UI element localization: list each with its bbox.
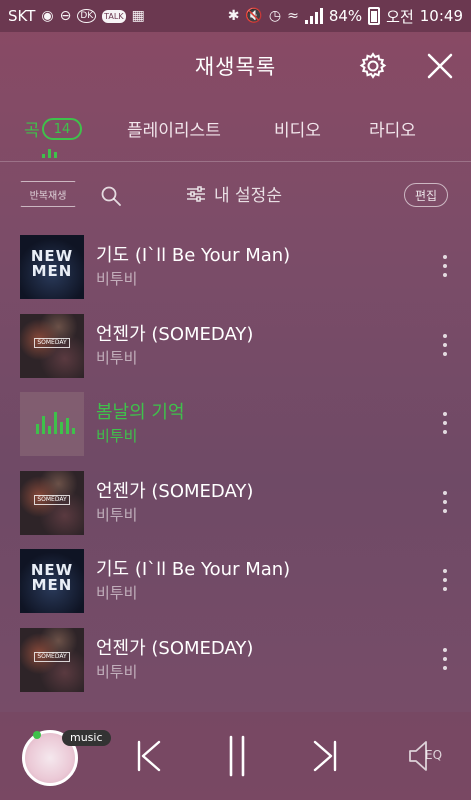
song-artist: 비투비 <box>96 505 138 524</box>
song-row[interactable]: SOMEDAY 언젠가 (SOMEDAY) 비투비 <box>0 618 471 697</box>
album-art-text: NEW MEN <box>30 561 74 594</box>
status-dot-icon <box>33 731 41 739</box>
eq-label[interactable]: EQ <box>425 748 442 762</box>
song-title: 봄날의 기억 <box>96 402 185 423</box>
song-row[interactable]: NEW MEN 기도 (I`ll Be Your Man) 비투비 <box>0 225 471 304</box>
time-prefix: 오전 <box>386 7 414 26</box>
song-row[interactable]: SOMEDAY 언젠가 (SOMEDAY) 비투비 <box>0 304 471 383</box>
dk-badge-icon: DK <box>77 9 97 23</box>
tab-videos[interactable]: 비디오 <box>274 116 321 141</box>
search-icon[interactable] <box>100 185 122 207</box>
album-art-text: SOMEDAY <box>34 494 70 505</box>
edit-button[interactable]: 편집 <box>404 183 448 207</box>
music-notification-icon: ◉ <box>41 8 54 24</box>
pause-icon[interactable] <box>222 734 252 778</box>
previous-icon[interactable] <box>134 738 164 774</box>
battery-icon <box>368 7 381 25</box>
settings-gear-icon[interactable] <box>358 51 388 81</box>
bluetooth-icon: ✱ <box>227 8 240 24</box>
album-art-text: SOMEDAY <box>34 337 70 348</box>
tab-radio[interactable]: 라디오 <box>369 116 416 141</box>
album-art: SOMEDAY <box>20 627 84 692</box>
song-title: 언젠가 (SOMEDAY) <box>96 480 254 502</box>
album-art <box>20 392 84 456</box>
album-art-text: NEW MEN <box>30 247 74 280</box>
album-art: SOMEDAY <box>20 470 84 535</box>
mini-player: music EQ <box>0 712 471 800</box>
wifi-icon: ≈ <box>287 8 299 24</box>
mute-icon: 🔇 <box>245 8 263 24</box>
carrier-label: SKT <box>8 7 36 25</box>
sort-label: 내 설정순 <box>214 186 282 206</box>
more-vert-icon[interactable] <box>441 490 449 513</box>
more-vert-icon[interactable] <box>441 412 449 434</box>
next-icon[interactable] <box>310 738 340 774</box>
playlist-toolbar: 반복재생 내 설정순 편집 <box>0 163 471 225</box>
song-artist: 비투비 <box>96 348 138 367</box>
status-bar: SKT ◉ ⊖ DK TALK ▦ ✱ 🔇 ◷ ≈ 84% 오전 10:49 <box>0 0 471 32</box>
active-tab-indicator-icon <box>42 149 57 158</box>
song-row[interactable]: NEW MEN 기도 (I`ll Be Your Man) 비투비 <box>0 539 471 618</box>
minus-circle-icon: ⊖ <box>59 8 72 24</box>
song-row[interactable]: SOMEDAY 언젠가 (SOMEDAY) 비투비 <box>0 461 471 540</box>
song-count-badge: 14 <box>42 118 82 140</box>
signal-icon <box>304 8 323 24</box>
app-notification-icon: ▦ <box>131 8 145 24</box>
music-badge: music <box>62 730 111 746</box>
more-vert-icon[interactable] <box>441 569 449 591</box>
alarm-icon: ◷ <box>268 8 282 24</box>
song-artist: 비투비 <box>96 270 138 288</box>
sort-button[interactable]: 내 설정순 <box>186 181 282 206</box>
clock: 10:49 <box>419 7 463 25</box>
song-title: 언젠가 (SOMEDAY) <box>96 323 254 345</box>
song-title: 기도 (I`ll Be Your Man) <box>96 559 291 580</box>
song-artist: 비투비 <box>96 662 138 681</box>
album-art: SOMEDAY <box>20 313 84 378</box>
song-title: 기도 (I`ll Be Your Man) <box>96 245 291 266</box>
header: 재생목록 <box>0 32 471 100</box>
kakaotalk-icon: TALK <box>102 9 126 23</box>
page-title: 재생목록 <box>194 55 277 79</box>
equalizer-bars-icon <box>36 412 75 434</box>
close-icon[interactable] <box>424 50 456 82</box>
album-art-text: SOMEDAY <box>34 651 70 662</box>
more-vert-icon[interactable] <box>441 333 449 356</box>
song-artist: 비투비 <box>96 427 138 445</box>
album-art: NEW MEN <box>20 235 84 299</box>
song-title: 언젠가 (SOMEDAY) <box>96 637 254 659</box>
song-artist: 비투비 <box>96 584 138 602</box>
more-vert-icon[interactable] <box>441 255 449 277</box>
song-row-now-playing[interactable]: 봄날의 기억 비투비 <box>0 382 471 461</box>
song-list: NEW MEN 기도 (I`ll Be Your Man) 비투비 SOMEDAY… <box>0 225 471 712</box>
tab-songs[interactable]: 곡 <box>24 116 40 141</box>
album-art: NEW MEN <box>20 549 84 613</box>
more-vert-icon[interactable] <box>441 647 449 670</box>
sort-sliders-icon <box>187 185 205 202</box>
battery-percent: 84% <box>328 7 363 25</box>
repeat-button[interactable]: 반복재생 <box>20 181 76 207</box>
tab-playlists[interactable]: 플레이리스트 <box>127 116 221 141</box>
